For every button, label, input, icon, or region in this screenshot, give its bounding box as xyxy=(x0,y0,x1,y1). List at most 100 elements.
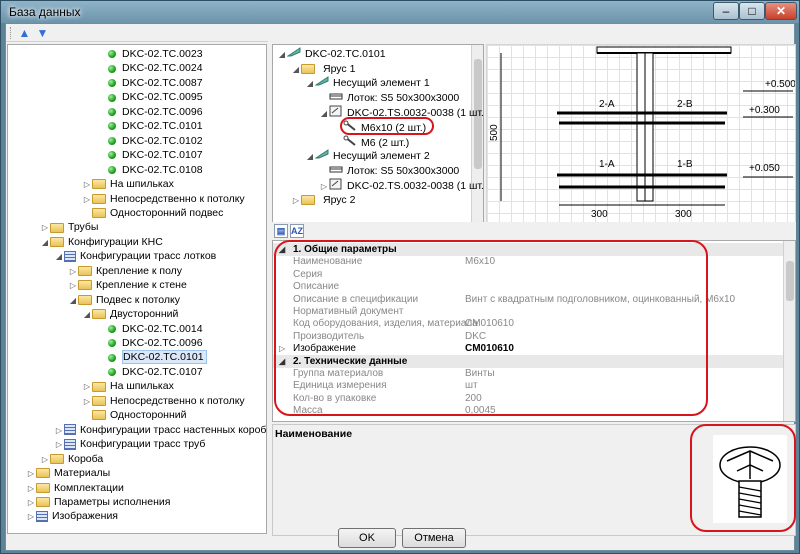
expand-toggle-icon[interactable]: ◢ xyxy=(40,236,50,250)
config-tree-item[interactable]: ◢ Несущий элемент 2 xyxy=(305,149,430,163)
expand-toggle-icon[interactable]: ◢ xyxy=(319,107,329,121)
config-tree-item[interactable]: ▷ DKC-02.TS.0032-0038 (1 шт.) xyxy=(319,178,483,192)
tree-item[interactable]: ▷ Крепление к полу xyxy=(68,264,182,278)
collapse-icon[interactable]: ◢ xyxy=(279,355,285,368)
expand-toggle-icon[interactable]: ▷ xyxy=(68,265,78,279)
cancel-button[interactable]: Отмена xyxy=(402,528,466,548)
expand-toggle-icon[interactable]: ▷ xyxy=(291,194,301,208)
expand-toggle-icon[interactable]: ◢ xyxy=(82,308,92,322)
categorized-view-icon[interactable]: ▤ xyxy=(274,224,288,238)
config-tree-item[interactable]: Лоток: S5 50x300x3000 xyxy=(319,164,459,178)
tree-item[interactable]: DKC-02.TC.0107 xyxy=(96,148,203,162)
tree-item[interactable]: DKC-02.TC.0087 xyxy=(96,76,203,90)
expand-toggle-icon[interactable]: ▷ xyxy=(82,380,92,394)
tree-item[interactable]: ◢ Двусторонний xyxy=(82,307,178,321)
config-tree-item[interactable]: ◢ Ярус 1 xyxy=(291,62,356,77)
tree-item[interactable]: ▷ Материалы xyxy=(26,466,110,480)
expand-toggle-icon[interactable]: ◢ xyxy=(305,150,315,164)
tree-item[interactable]: ▷ Короба xyxy=(40,452,103,466)
database-tree[interactable]: DKC-02.TC.0023 DKC-02.TC.0024 DKC-02.TC.00… xyxy=(7,44,267,534)
property-row[interactable]: Описание в спецификации Винт с квадратным… xyxy=(273,293,783,306)
move-up-icon[interactable]: ▲ xyxy=(18,26,31,40)
tree-item[interactable]: DKC-02.TC.0101 xyxy=(96,350,207,365)
tree-item[interactable]: DKC-02.TC.0096 xyxy=(96,336,203,350)
expand-toggle-icon[interactable]: ▷ xyxy=(40,453,50,467)
ok-button[interactable]: OK xyxy=(338,528,396,548)
expand-toggle-icon[interactable]: ◢ xyxy=(277,48,287,62)
config-tree-item[interactable]: ▷ Ярус 2 xyxy=(291,193,356,208)
tree-item[interactable]: DKC-02.TC.0023 xyxy=(96,47,203,61)
tree-item[interactable]: DKC-02.TC.0096 xyxy=(96,105,203,119)
tree-item[interactable]: DKC-02.TC.0108 xyxy=(96,163,203,177)
config-tree-scrollbar[interactable] xyxy=(471,45,483,223)
property-category[interactable]: ◢ 1. Общие параметры xyxy=(273,243,783,256)
tree-item[interactable]: ▷ Непосредственно к потолку xyxy=(82,192,245,206)
property-row[interactable]: Группа материалов Винты xyxy=(273,367,783,380)
expand-toggle-icon[interactable]: ▷ xyxy=(26,510,36,524)
tree-item[interactable]: DKC-02.TC.0102 xyxy=(96,134,203,148)
config-tree-item[interactable]: M6x10 (2 шт.) xyxy=(333,120,426,134)
expand-toggle-icon[interactable]: ▷ xyxy=(26,482,36,496)
tree-item[interactable]: ▷ Трубы xyxy=(40,220,99,235)
tree-item[interactable]: ▷ На шпильках xyxy=(82,177,174,191)
config-tree-item[interactable]: ◢ Несущий элемент 1 xyxy=(305,76,430,90)
property-category[interactable]: ◢ 2. Технические данные xyxy=(273,354,783,368)
property-grid[interactable]: ◢ 1. Общие параметры Наименование M6x10 Сери… xyxy=(272,240,796,422)
tree-item[interactable]: ▷ Непосредственно к потолку xyxy=(82,394,245,408)
expand-toggle-icon[interactable]: ▷ xyxy=(68,279,78,293)
expand-toggle-icon[interactable]: ◢ xyxy=(68,294,78,308)
tree-item[interactable]: ▷ Комплектации xyxy=(26,481,124,495)
property-grid-scrollbar[interactable] xyxy=(783,241,795,421)
move-down-icon[interactable]: ▼ xyxy=(36,26,49,40)
property-row[interactable]: Масса 0,0045 xyxy=(273,404,783,417)
config-tree-item[interactable]: M6 (2 шт.) xyxy=(333,135,409,149)
property-row[interactable]: Производитель DKC xyxy=(273,330,783,343)
expand-toggle-icon[interactable]: ▷ xyxy=(26,467,36,481)
expand-toggle-icon[interactable]: ▷ xyxy=(54,438,64,452)
close-button[interactable]: ✕ xyxy=(765,2,797,20)
expand-toggle-icon[interactable]: ▷ xyxy=(279,342,285,355)
tree-item[interactable]: ▷ На шпильках xyxy=(82,379,174,393)
tree-item[interactable]: ◢ Конфигурации КНС xyxy=(40,235,163,249)
property-row[interactable]: Наименование M6x10 xyxy=(273,255,783,268)
expand-toggle-icon[interactable]: ◢ xyxy=(305,77,315,91)
property-row[interactable]: Код оборудования, изделия, материала CM01… xyxy=(273,317,783,330)
sort-alphabetical-icon[interactable]: AZ xyxy=(290,224,304,238)
tree-item[interactable]: ◢ Подвес к потолку xyxy=(68,293,180,307)
expand-toggle-icon[interactable]: ▷ xyxy=(54,424,64,438)
config-tree-item[interactable]: Лоток: S5 50x300x3000 xyxy=(319,91,459,105)
tree-item[interactable]: Односторонний xyxy=(82,408,187,422)
expand-toggle-icon[interactable]: ◢ xyxy=(54,250,64,264)
tree-item[interactable]: DKC-02.TC.0095 xyxy=(96,90,203,104)
property-row[interactable]: ▷ Изображение CM010610 xyxy=(273,342,783,355)
scrollbar-thumb[interactable] xyxy=(786,261,794,301)
tree-item[interactable]: ▷ Крепление к стене xyxy=(68,278,187,292)
expand-toggle-icon[interactable]: ▷ xyxy=(82,395,92,409)
collapse-icon[interactable]: ◢ xyxy=(279,243,285,256)
tree-item[interactable]: Односторонний подвес xyxy=(82,206,223,220)
expand-toggle-icon[interactable]: ◢ xyxy=(291,63,301,77)
tree-item[interactable]: DKC-02.TC.0101 xyxy=(96,119,203,133)
expand-toggle-icon[interactable]: ▷ xyxy=(40,221,50,235)
property-row[interactable]: Описание xyxy=(273,280,783,293)
tree-item[interactable]: ◢ Конфигурации трасс лотков xyxy=(54,249,216,263)
title-bar[interactable]: База данных – □ ✕ xyxy=(1,1,799,23)
maximize-button[interactable]: □ xyxy=(739,2,765,20)
config-tree-item[interactable]: ◢ DKC-02.TC.0101 xyxy=(277,47,386,61)
property-row[interactable]: Единица измерения шт xyxy=(273,379,783,392)
property-row[interactable]: Кол-во в упаковке 200 xyxy=(273,392,783,405)
configuration-tree[interactable]: ◢ DKC-02.TC.0101 ◢ Ярус 1 ◢ Несущий элемент 1… xyxy=(272,44,484,224)
expand-toggle-icon[interactable]: ▷ xyxy=(26,496,36,510)
expand-toggle-icon[interactable]: ▷ xyxy=(82,178,92,192)
tree-item[interactable]: ▷ Параметры исполнения xyxy=(26,495,171,510)
expand-toggle-icon[interactable]: ▷ xyxy=(82,193,92,207)
property-row[interactable]: Нормативный документ xyxy=(273,305,783,318)
tree-item[interactable]: DKC-02.TC.0107 xyxy=(96,365,203,379)
property-row[interactable]: Серия xyxy=(273,268,783,281)
tree-item[interactable]: ▷ Изображения xyxy=(26,509,118,523)
tree-item[interactable]: ▷ Конфигурации трасс настенных коробок xyxy=(54,423,266,438)
tree-item[interactable]: ▷ Конфигурации трасс труб xyxy=(54,437,205,451)
tree-item[interactable]: DKC-02.TC.0014 xyxy=(96,322,203,336)
config-tree-item[interactable]: ◢ DKC-02.TS.0032-0038 (1 шт.) xyxy=(319,105,483,121)
tree-item[interactable]: DKC-02.TC.0024 xyxy=(96,61,203,75)
